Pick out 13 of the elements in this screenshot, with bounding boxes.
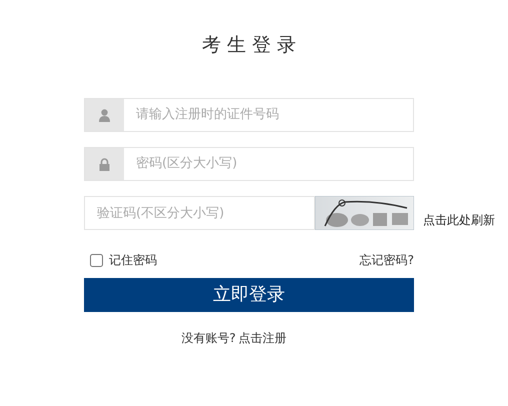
refresh-link[interactable]: 点击此处刷新 <box>423 211 495 229</box>
captcha-field[interactable]: 验证码(不区分大小写) <box>84 196 315 230</box>
no-account-text: 没有账号? <box>181 331 236 345</box>
lock-icon <box>99 158 110 170</box>
checkbox[interactable] <box>90 254 103 266</box>
forgot-link[interactable]: 忘记密码? <box>360 251 414 269</box>
login-button[interactable]: 立即登录 <box>84 278 414 312</box>
login-field[interactable]: 密码(区分大小写) <box>84 147 414 181</box>
remember-label: 记住密码 <box>109 252 157 269</box>
register-link[interactable]: 点击注册 <box>238 331 287 345</box>
page-title: 考 生 登 录 <box>200 33 298 58</box>
login-field[interactable]: 请输入注册时的证件号码 <box>84 98 414 132</box>
user-icon <box>99 108 110 122</box>
